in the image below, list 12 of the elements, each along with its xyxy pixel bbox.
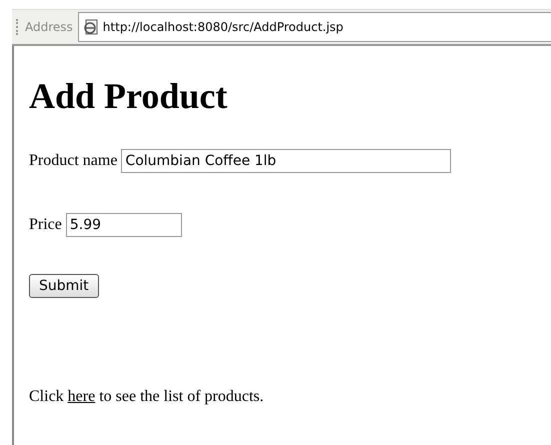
page-icon bbox=[82, 19, 99, 35]
grip-icon bbox=[16, 19, 20, 35]
here-link[interactable]: here bbox=[68, 388, 96, 405]
submit-button[interactable]: Submit bbox=[29, 274, 99, 298]
url-field[interactable]: http://localhost:8080/src/AddProduct.jsp bbox=[78, 12, 551, 42]
field-label: Price bbox=[29, 216, 62, 234]
page-heading: Add Product bbox=[29, 75, 228, 117]
input-field[interactable]: 5.99 bbox=[66, 213, 182, 237]
field-label: Product name bbox=[29, 152, 118, 170]
input-field[interactable]: Columbian Coffee 1lb bbox=[121, 149, 452, 173]
address-label: Address bbox=[25, 20, 73, 34]
footer-text: Click here to see the list of products. bbox=[29, 388, 265, 406]
